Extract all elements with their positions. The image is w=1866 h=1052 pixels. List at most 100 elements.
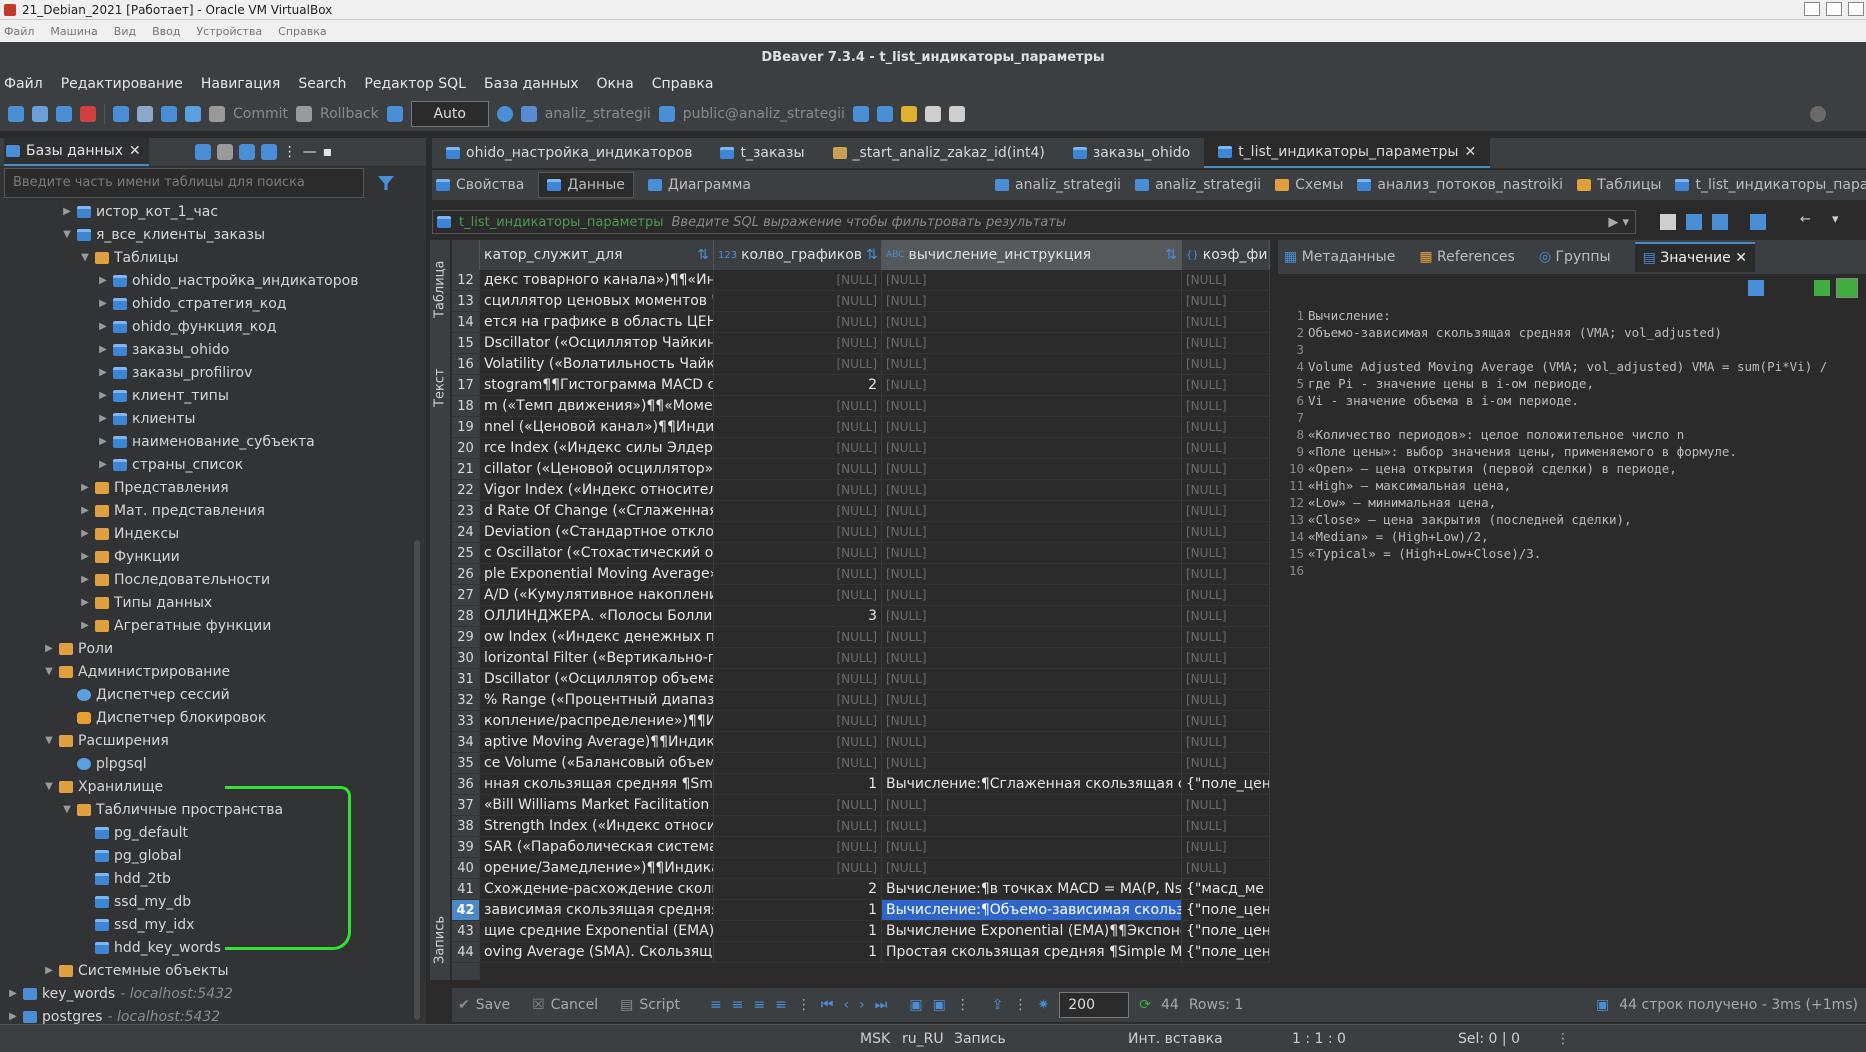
table-cell[interactable]: {"поле_цен bbox=[1182, 774, 1270, 795]
table-cell[interactable]: [NULL] bbox=[882, 669, 1182, 690]
tree-node[interactable]: ▶ клиенты bbox=[98, 407, 195, 430]
table-cell[interactable]: [NULL] bbox=[1182, 627, 1270, 648]
row-number[interactable]: 16 bbox=[452, 354, 480, 375]
row-number[interactable]: 44 bbox=[452, 942, 480, 963]
vbox-menu-machine[interactable]: Машина bbox=[50, 25, 97, 38]
save-value-icon[interactable] bbox=[1814, 280, 1830, 296]
format-icon[interactable] bbox=[1748, 280, 1764, 296]
expand-arrow-icon[interactable]: ▼ bbox=[44, 735, 54, 746]
view-menu-icon[interactable]: ⋮ bbox=[283, 144, 297, 160]
table-row[interactable]: 31 Dscillator («Осциллятор объема»)¶ [NULL… bbox=[452, 669, 1270, 690]
expand-arrow-icon[interactable]: ▶ bbox=[8, 988, 18, 999]
menu-window[interactable]: Окна bbox=[597, 76, 634, 92]
row-number[interactable]: 42 bbox=[452, 900, 480, 921]
table-cell[interactable]: [NULL] bbox=[714, 291, 882, 312]
tree-node[interactable]: ▼ Хранилище bbox=[44, 775, 163, 798]
collapse-all-icon[interactable] bbox=[238, 144, 255, 160]
table-cell[interactable]: m («Темп движения»)¶¶«Момент bbox=[480, 396, 714, 417]
table-cell[interactable]: [NULL] bbox=[1182, 522, 1270, 543]
row-number[interactable]: 21 bbox=[452, 459, 480, 480]
table-cell[interactable]: [NULL] bbox=[1182, 543, 1270, 564]
vbox-menu-file[interactable]: Файл bbox=[4, 25, 34, 38]
table-cell[interactable]: [NULL] bbox=[714, 753, 882, 774]
row-number[interactable]: 14 bbox=[452, 312, 480, 333]
search-icon[interactable] bbox=[1810, 105, 1826, 122]
table-cell[interactable]: [NULL] bbox=[714, 564, 882, 585]
menu-file[interactable]: Файл bbox=[4, 76, 43, 92]
tree-node[interactable]: hdd_2tb bbox=[80, 867, 171, 890]
erd-icon[interactable] bbox=[876, 105, 893, 122]
table-row[interactable]: 25 c Oscillator («Стохастический осц [NULL… bbox=[452, 543, 1270, 564]
tree-node[interactable]: Диспетчер сессий bbox=[62, 683, 230, 706]
row-number[interactable]: 39 bbox=[452, 837, 480, 858]
table-row[interactable]: 13 сциллятор ценовых моментов Ча [NULL] [NU… bbox=[452, 291, 1270, 312]
row-number[interactable]: 23 bbox=[452, 501, 480, 522]
history-icon[interactable] bbox=[496, 105, 513, 122]
back-icon[interactable]: ← bbox=[1800, 212, 1811, 227]
table-cell[interactable]: [NULL] bbox=[714, 648, 882, 669]
expand-arrow-icon[interactable]: ▼ bbox=[44, 666, 54, 677]
table-row[interactable]: 21 cillator («Ценовой осциллятор»)¶¶ [NULL… bbox=[452, 459, 1270, 480]
table-row[interactable]: 18 m («Темп движения»)¶¶«Момент [NULL] [NUL… bbox=[452, 396, 1270, 417]
breadcrumb-datasource[interactable]: analiz_strategii bbox=[995, 177, 1121, 193]
table-cell[interactable]: [NULL] bbox=[1182, 816, 1270, 837]
new-folder-icon[interactable] bbox=[216, 144, 233, 160]
table-cell[interactable]: [NULL] bbox=[882, 522, 1182, 543]
tree-node[interactable]: hdd_key_words bbox=[80, 936, 221, 959]
table-cell[interactable]: [NULL] bbox=[714, 396, 882, 417]
table-cell[interactable]: [NULL] bbox=[1182, 270, 1270, 291]
table-cell[interactable]: [NULL] bbox=[882, 354, 1182, 375]
table-cell[interactable]: Вычисление:¶Объемо-зависимая скользя bbox=[882, 900, 1182, 921]
table-cell[interactable]: oving Average (SMA). Скользящие bbox=[480, 942, 714, 963]
table-cell[interactable]: [NULL] bbox=[882, 333, 1182, 354]
forward-icon[interactable] bbox=[948, 105, 965, 122]
row-number[interactable]: 34 bbox=[452, 732, 480, 753]
sql-editor-icon[interactable] bbox=[113, 105, 129, 122]
expand-arrow-icon[interactable]: ▶ bbox=[98, 367, 108, 378]
tree-node[interactable]: ▶ ohido_стратегия_код bbox=[98, 292, 286, 315]
dropdown-icon[interactable]: ▾ bbox=[1832, 212, 1839, 227]
minimize-view-icon[interactable]: — bbox=[303, 144, 317, 160]
table-cell[interactable]: ow Index («Индекс денежных пот bbox=[480, 627, 714, 648]
new-connection-icon[interactable] bbox=[194, 144, 211, 160]
expand-arrow-icon[interactable]: ▶ bbox=[80, 528, 90, 539]
table-cell[interactable]: копление/распределение»)¶¶Инд bbox=[480, 711, 714, 732]
layout-icon[interactable]: ▣ bbox=[909, 997, 922, 1013]
script-button[interactable]: ▤ Script bbox=[620, 997, 680, 1013]
expand-arrow-icon[interactable]: ▶ bbox=[80, 551, 90, 562]
column-header-coef[interactable]: {} коэф_фи bbox=[1182, 240, 1270, 270]
tree-node[interactable]: ▶ заказы_profilirov bbox=[98, 361, 252, 384]
new-connection-icon[interactable] bbox=[8, 105, 24, 122]
table-cell[interactable]: A/D («Кумулятивное накопление bbox=[480, 585, 714, 606]
table-cell[interactable]: [NULL] bbox=[714, 795, 882, 816]
table-cell[interactable]: [NULL] bbox=[1182, 732, 1270, 753]
rollback-icon[interactable] bbox=[296, 105, 312, 122]
table-row[interactable]: 19 nnel («Ценовой канал»)¶¶Индика [NULL] [N… bbox=[452, 417, 1270, 438]
table-cell[interactable]: [NULL] bbox=[882, 501, 1182, 522]
expand-arrow-icon[interactable]: ▶ bbox=[98, 344, 108, 355]
table-cell[interactable]: Простая скользящая средняя ¶Simple Mov bbox=[882, 942, 1182, 963]
table-cell[interactable]: [NULL] bbox=[882, 816, 1182, 837]
row-number[interactable]: 15 bbox=[452, 333, 480, 354]
row-number[interactable]: 13 bbox=[452, 291, 480, 312]
table-cell[interactable]: % Range («Процентный диапазо bbox=[480, 690, 714, 711]
fetch-size-input[interactable]: 200 bbox=[1059, 992, 1130, 1018]
tree-node[interactable]: pg_default bbox=[80, 821, 188, 844]
table-cell[interactable]: [NULL] bbox=[714, 333, 882, 354]
row-number[interactable]: 36 bbox=[452, 774, 480, 795]
table-cell[interactable]: Dscillator («Осциллятор Чайкина») bbox=[480, 333, 714, 354]
breadcrumb-schema[interactable]: анализ_потоков_nastroiki bbox=[1357, 177, 1563, 193]
table-row[interactable]: 40 орение/Замедление»)¶¶Индикат [NULL] [NUL… bbox=[452, 858, 1270, 879]
menu-edit[interactable]: Редактирование bbox=[61, 76, 183, 92]
table-cell[interactable]: «Bill Williams Market Facilitation Inc bbox=[480, 795, 714, 816]
table-cell[interactable]: [NULL] bbox=[1182, 858, 1270, 879]
table-cell[interactable]: [NULL] bbox=[1182, 312, 1270, 333]
table-row[interactable]: 27 A/D («Кумулятивное накопление [NULL] [NU… bbox=[452, 585, 1270, 606]
row-number[interactable]: 28 bbox=[452, 606, 480, 627]
table-row[interactable]: 38 Strength Index («Индекс относител [NULL… bbox=[452, 816, 1270, 837]
save-button[interactable]: ✔ Save bbox=[458, 997, 510, 1013]
tree-node[interactable]: ▶ наименование_субъекта bbox=[98, 430, 315, 453]
close-tab-icon[interactable]: ✕ bbox=[1464, 144, 1476, 160]
table-cell[interactable]: ce Volume («Балансовый объем»)¶ bbox=[480, 753, 714, 774]
table-row[interactable]: 34 aptive Moving Average)¶¶Индикат [NULL] [… bbox=[452, 732, 1270, 753]
